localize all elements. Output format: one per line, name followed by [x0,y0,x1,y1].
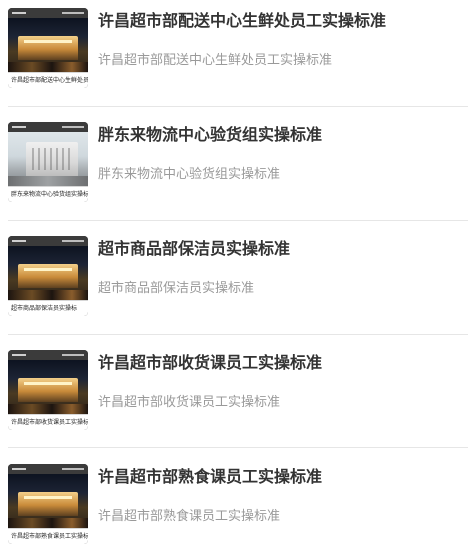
divider [8,334,468,335]
list-item[interactable]: 许昌超市部熟食课员工实操标 许昌超市部熟食课员工实操标准 许昌超市部熟食课员工实… [0,456,470,558]
article-title[interactable]: 许昌超市部熟食课员工实操标准 [98,466,466,488]
article-summary: 许昌超市部配送中心生鲜处员工实操标准 [98,53,333,68]
article-title[interactable]: 许昌超市部配送中心生鲜处员工实操标准 [98,10,466,32]
thumbnail-header-bar [8,122,88,132]
thumbnail-caption: 许昌超市部配送中心生鲜处员工实操标 [8,72,88,88]
article-summary: 胖东来物流中心验货组实操标准 [98,167,281,182]
warehouse-building-image-icon [8,132,88,186]
thumbnail-caption: 超市商品部保洁员实操标 [8,300,88,316]
night-storefront-image-icon [8,18,88,72]
article-title[interactable]: 胖东来物流中心验货组实操标准 [98,124,466,146]
list-item[interactable]: 许昌超市部配送中心生鲜处员工实操标 许昌超市部配送中心生鲜处员工实操标准 许昌超… [0,0,470,114]
divider [8,106,468,107]
list-item[interactable]: 许昌超市部收货课员工实操标 许昌超市部收货课员工实操标准 许昌超市部收货课员工实… [0,342,470,456]
article-thumbnail[interactable]: 许昌超市部熟食课员工实操标 [8,464,88,544]
night-storefront-image-icon [8,360,88,414]
article-thumbnail[interactable]: 超市商品部保洁员实操标 [8,236,88,316]
list-item[interactable]: 胖东来物流中心验货组实操标 胖东来物流中心验货组实操标准 胖东来物流中心验货组实… [0,114,470,228]
article-summary: 许昌超市部熟食课员工实操标准 [98,509,281,524]
thumbnail-caption: 胖东来物流中心验货组实操标 [8,186,88,202]
thumbnail-caption: 许昌超市部收货课员工实操标 [8,414,88,430]
article-list: 许昌超市部配送中心生鲜处员工实操标 许昌超市部配送中心生鲜处员工实操标准 许昌超… [0,0,470,558]
divider [8,447,468,448]
article-title[interactable]: 许昌超市部收货课员工实操标准 [98,352,466,374]
article-title[interactable]: 超市商品部保洁员实操标准 [98,238,466,260]
thumbnail-header-bar [8,350,88,360]
divider [8,220,468,221]
article-thumbnail[interactable]: 胖东来物流中心验货组实操标 [8,122,88,202]
night-storefront-image-icon [8,246,88,300]
list-item[interactable]: 超市商品部保洁员实操标 超市商品部保洁员实操标准 超市商品部保洁员实操标准 [0,228,470,342]
thumbnail-header-bar [8,8,88,18]
thumbnail-caption: 许昌超市部熟食课员工实操标 [8,528,88,544]
thumbnail-header-bar [8,464,88,474]
article-summary: 许昌超市部收货课员工实操标准 [98,395,281,410]
thumbnail-header-bar [8,236,88,246]
article-summary: 超市商品部保洁员实操标准 [98,281,255,296]
night-storefront-image-icon [8,474,88,528]
article-thumbnail[interactable]: 许昌超市部配送中心生鲜处员工实操标 [8,8,88,88]
article-thumbnail[interactable]: 许昌超市部收货课员工实操标 [8,350,88,430]
